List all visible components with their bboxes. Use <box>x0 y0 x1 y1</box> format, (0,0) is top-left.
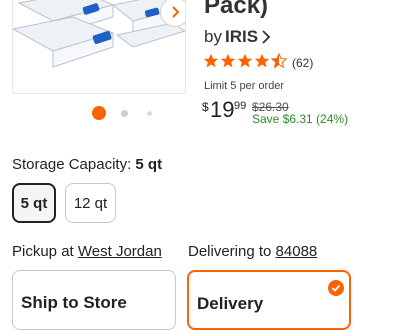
pagination-dot[interactable] <box>147 111 152 116</box>
star-icon <box>254 53 270 68</box>
chevron-right-icon <box>172 6 180 18</box>
storage-selected-value: 5 qt <box>135 156 163 173</box>
delivery-zip-link[interactable]: 84088 <box>276 243 318 260</box>
chevron-right-icon <box>262 30 271 44</box>
storage-label-text: Storage Capacity: <box>12 156 132 173</box>
storage-capacity-label: Storage Capacity: 5 qt <box>12 156 162 173</box>
pagination-dot-active[interactable] <box>92 106 106 120</box>
capacity-option-12qt[interactable]: 12 qt <box>65 183 116 223</box>
delivery-option-card[interactable]: Delivery <box>187 270 351 330</box>
star-icon <box>220 53 236 68</box>
capacity-option-5qt[interactable]: 5 qt <box>12 183 56 223</box>
product-image[interactable] <box>12 0 186 94</box>
order-limit-text: Limit 5 per order <box>204 80 285 92</box>
star-icon <box>203 53 219 68</box>
rating-count[interactable]: (62) <box>292 56 313 70</box>
product-title: Pack) <box>204 0 269 19</box>
pickup-store-link[interactable]: West Jordan <box>78 243 162 260</box>
pagination-dot[interactable] <box>121 110 128 117</box>
delivery-prefix: Delivering to <box>188 243 272 260</box>
next-image-button[interactable] <box>160 0 185 27</box>
pickup-location: Pickup at West Jordan <box>12 243 162 260</box>
gallery-pagination <box>92 105 172 121</box>
delivery-location: Delivering to 84088 <box>188 243 317 260</box>
delivery-card-title: Delivery <box>197 294 264 313</box>
brand-prefix: by <box>204 27 222 46</box>
savings-text: Save $6.31 (24%) <box>252 112 349 126</box>
pickup-option-card[interactable]: Ship to Store <box>12 270 176 330</box>
star-icon <box>237 53 253 68</box>
price-cents: 99 <box>234 100 247 112</box>
brand-name[interactable]: IRIS <box>225 27 258 47</box>
rating-stars[interactable] <box>203 53 287 69</box>
star-half-icon <box>271 53 287 69</box>
brand-link[interactable]: by IRIS <box>204 27 271 47</box>
price-currency: $ <box>202 100 209 114</box>
pickup-prefix: Pickup at <box>12 243 74 260</box>
price-dollars: 19 <box>210 97 235 122</box>
check-icon <box>328 280 344 296</box>
pickup-card-title: Ship to Store <box>21 293 127 312</box>
